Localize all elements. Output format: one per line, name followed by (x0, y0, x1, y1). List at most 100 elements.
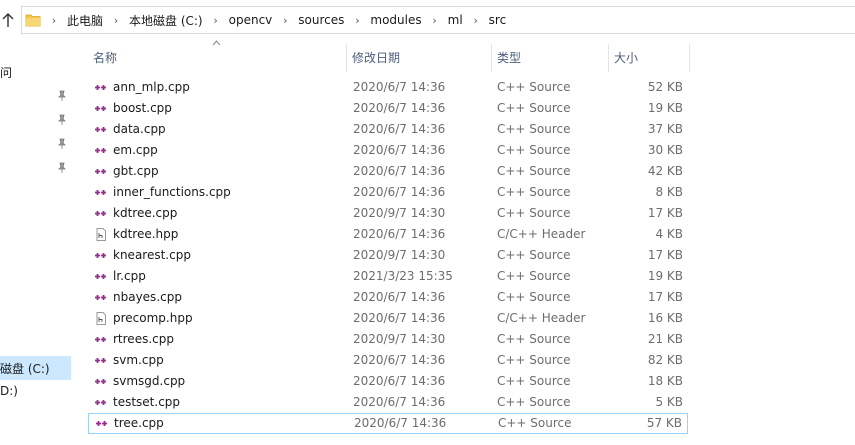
cpp-file-icon (95, 127, 106, 132)
file-type: C++ Source (497, 269, 571, 283)
file-date: 2020/6/7 14:36 (353, 311, 446, 325)
cpp-file-icon (95, 379, 106, 384)
breadcrumb-separator-icon[interactable]: › (204, 14, 228, 27)
column-header-size[interactable]: 大小 (609, 44, 689, 72)
breadcrumb-item[interactable]: ml (447, 13, 464, 27)
breadcrumb-separator-icon[interactable]: › (273, 14, 297, 27)
file-row[interactable]: em.cpp 2020/6/7 14:36 C++ Source 30 KB (88, 140, 688, 161)
file-date: 2020/6/7 14:36 (353, 122, 446, 136)
file-date: 2020/6/7 14:36 (353, 227, 446, 241)
breadcrumb-item[interactable]: sources (297, 13, 345, 27)
file-type: C++ Source (497, 248, 571, 262)
breadcrumb-item[interactable]: opencv (228, 13, 274, 27)
file-size: 42 KB (647, 164, 683, 178)
file-row[interactable]: nbayes.cpp 2020/6/7 14:36 C++ Source 17 KB (88, 287, 688, 308)
file-list: ann_mlp.cpp 2020/6/7 14:36 C++ Source 52 KB… (88, 77, 688, 434)
file-row[interactable]: data.cpp 2020/6/7 14:36 C++ Source 37 KB (88, 119, 688, 140)
file-type: C++ Source (497, 395, 571, 409)
nav-item-drive-d[interactable]: D:) (0, 384, 18, 398)
cpp-file-icon (95, 190, 106, 195)
file-name: svm.cpp (113, 353, 164, 367)
column-header-name[interactable]: 名称 (88, 44, 346, 72)
file-name: testset.cpp (113, 395, 181, 409)
file-size: 37 KB (647, 122, 683, 136)
file-type: C++ Source (497, 332, 571, 346)
file-size: 17 KB (647, 248, 683, 262)
navigation-pane: 问 磁盘 (C:) D:) (0, 40, 72, 445)
file-name: precomp.hpp (113, 311, 193, 325)
file-row[interactable]: boost.cpp 2020/6/7 14:36 C++ Source 19 KB (88, 98, 688, 119)
cpp-file-icon (95, 274, 106, 279)
file-size: 21 KB (647, 332, 683, 346)
file-row[interactable]: kdtree.cpp 2020/9/7 14:30 C++ Source 17 KB (88, 203, 688, 224)
file-row[interactable]: tree.cpp 2020/6/7 14:36 C++ Source 57 KB (88, 413, 688, 434)
file-name: tree.cpp (114, 416, 164, 430)
breadcrumb-item[interactable]: 此电脑 (66, 12, 104, 29)
breadcrumb-separator-icon[interactable]: › (345, 14, 369, 27)
column-header-row: 名称 修改日期 类型 大小 (88, 44, 691, 72)
file-type: C++ Source (497, 206, 571, 220)
file-date: 2020/6/7 14:36 (353, 143, 446, 157)
address-bar-row: › 此电脑 › 本地磁盘 (C:) › opencv › sources › modules › ml… (0, 0, 855, 40)
up-arrow-icon[interactable] (0, 10, 16, 30)
file-row[interactable]: gbt.cpp 2020/6/7 14:36 C++ Source 42 KB (88, 161, 688, 182)
file-row[interactable]: rtrees.cpp 2020/9/7 14:30 C++ Source 21 KB (88, 329, 688, 350)
file-size: 5 KB (655, 395, 683, 409)
breadcrumb-separator-icon[interactable]: › (423, 14, 447, 27)
file-row[interactable]: testset.cpp 2020/6/7 14:36 C++ Source 5 KB (88, 392, 688, 413)
file-name: em.cpp (113, 143, 158, 157)
file-name: kdtree.cpp (113, 206, 178, 220)
breadcrumb-separator-icon[interactable]: › (104, 14, 128, 27)
file-size: 82 KB (647, 353, 683, 367)
breadcrumb-separator-icon[interactable]: › (464, 14, 488, 27)
file-size: 18 KB (647, 374, 683, 388)
file-type: C++ Source (497, 374, 571, 388)
file-date: 2020/6/7 14:36 (354, 416, 447, 430)
nav-item-quick-access[interactable]: 问 (0, 64, 12, 81)
file-type: C/C++ Header (497, 311, 586, 325)
pin-icon[interactable] (57, 90, 67, 102)
pin-icon[interactable] (57, 138, 67, 150)
breadcrumb-separator-icon[interactable]: › (42, 14, 66, 27)
column-divider[interactable] (689, 44, 690, 72)
file-type: C++ Source (497, 290, 571, 304)
file-row[interactable]: lr.cpp 2021/3/23 15:35 C++ Source 19 KB (88, 266, 688, 287)
file-type: C/C++ Header (497, 227, 586, 241)
file-date: 2021/3/23 15:35 (353, 269, 453, 283)
file-date: 2020/6/7 14:36 (353, 290, 446, 304)
file-row[interactable]: kdtree.hpp 2020/6/7 14:36 C/C++ Header 4 KB (88, 224, 688, 245)
file-row[interactable]: precomp.hpp 2020/6/7 14:36 C/C++ Header 16 … (88, 308, 688, 329)
file-row[interactable]: knearest.cpp 2020/9/7 14:30 C++ Source 17 K… (88, 245, 688, 266)
file-size: 17 KB (647, 290, 683, 304)
file-date: 2020/6/7 14:36 (353, 353, 446, 367)
file-name: nbayes.cpp (113, 290, 182, 304)
column-header-type[interactable]: 类型 (492, 44, 608, 72)
breadcrumb-item[interactable]: modules (369, 13, 422, 27)
file-name: kdtree.hpp (113, 227, 179, 241)
pin-icon[interactable] (57, 114, 67, 126)
cpp-file-icon (95, 337, 106, 342)
file-date: 2020/9/7 14:30 (353, 332, 446, 346)
file-row[interactable]: inner_functions.cpp 2020/6/7 14:36 C++ Sou… (88, 182, 688, 203)
file-row[interactable]: svm.cpp 2020/6/7 14:36 C++ Source 82 KB (88, 350, 688, 371)
pin-icon[interactable] (57, 162, 67, 174)
file-name: ann_mlp.cpp (113, 80, 190, 94)
file-type: C++ Source (497, 143, 571, 157)
file-type: C++ Source (497, 80, 571, 94)
cpp-file-icon (95, 169, 106, 174)
file-row[interactable]: ann_mlp.cpp 2020/6/7 14:36 C++ Source 52 KB (88, 77, 688, 98)
nav-item-drive-c[interactable]: 磁盘 (C:) (0, 360, 50, 377)
file-row[interactable]: svmsgd.cpp 2020/6/7 14:36 C++ Source 18 KB (88, 371, 688, 392)
file-type: C++ Source (498, 416, 572, 430)
address-bar[interactable]: › 此电脑 › 本地磁盘 (C:) › opencv › sources › modules › ml… (21, 6, 855, 34)
file-name: svmsgd.cpp (113, 374, 186, 388)
file-size: 4 KB (655, 227, 683, 241)
file-name: inner_functions.cpp (113, 185, 231, 199)
breadcrumb: › 此电脑 › 本地磁盘 (C:) › opencv › sources › modules › ml… (42, 7, 507, 33)
file-date: 2020/9/7 14:30 (353, 248, 446, 262)
breadcrumb-item[interactable]: 本地磁盘 (C:) (128, 12, 204, 29)
file-date: 2020/6/7 14:36 (353, 395, 446, 409)
breadcrumb-item[interactable]: src (488, 13, 508, 27)
cpp-file-icon (95, 211, 106, 216)
column-header-date[interactable]: 修改日期 (347, 44, 491, 72)
